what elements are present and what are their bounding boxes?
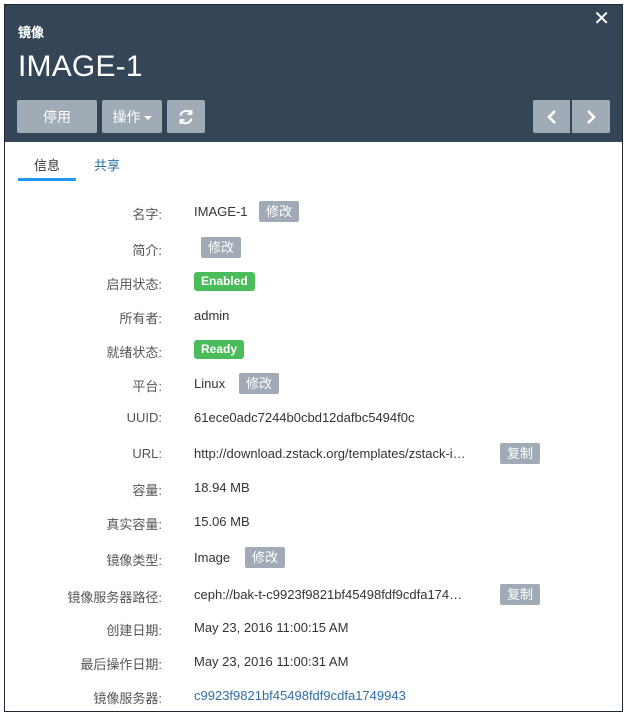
chevron-right-icon bbox=[587, 109, 596, 124]
chevron-down-icon bbox=[143, 115, 152, 120]
media-type-label: 镜像类型: bbox=[106, 553, 162, 568]
last-op-label: 最后操作日期: bbox=[80, 657, 162, 672]
detail-row-url: URL: http://download.zstack.org/template… bbox=[5, 443, 622, 467]
detail-row-backup-storage: 镜像服务器: c9923f9821bf45498fdf9cdfa1749943 bbox=[5, 685, 622, 709]
disable-button[interactable]: 停用 bbox=[17, 100, 97, 133]
detail-row-actual-size: 真实容量: 15.06 MB bbox=[5, 511, 622, 535]
detail-row-created: 创建日期: May 23, 2016 11:00:15 AM bbox=[5, 617, 622, 641]
backup-storage-link[interactable]: c9923f9821bf45498fdf9cdfa1749943 bbox=[194, 688, 406, 703]
breadcrumb: 镜像 bbox=[18, 25, 45, 40]
detail-row-size: 容量: 18.94 MB bbox=[5, 477, 622, 501]
edit-platform-button[interactable]: 修改 bbox=[239, 373, 280, 394]
detail-row-ready-state: 就绪状态: Ready bbox=[5, 339, 622, 363]
url-value: http://download.zstack.org/templates/zst… bbox=[194, 446, 466, 461]
created-value: May 23, 2016 11:00:15 AM bbox=[194, 620, 349, 635]
media-type-value: Image bbox=[194, 550, 231, 565]
enable-state-label: 启用状态: bbox=[106, 277, 162, 292]
ready-state-badge: Ready bbox=[194, 340, 245, 359]
description-label: 简介: bbox=[132, 243, 162, 258]
size-label: 容量: bbox=[132, 483, 162, 498]
tab-share[interactable]: 共享 bbox=[94, 155, 120, 174]
tab-info[interactable]: 信息 bbox=[34, 155, 60, 174]
image-detail-panel: 镜像 IMAGE-1 ✕ 停用 操作 信息 共享 名字: IMAGE-1 修改 … bbox=[4, 4, 623, 712]
backup-path-value: ceph://bak-t-c9923f9821bf45498fdf9cdfa17… bbox=[194, 587, 463, 602]
url-label: URL: bbox=[132, 446, 162, 461]
detail-row-backup-path: 镜像服务器路径: ceph://bak-t-c9923f9821bf45498f… bbox=[5, 584, 622, 608]
chevron-left-icon bbox=[546, 109, 556, 124]
created-label: 创建日期: bbox=[106, 623, 162, 638]
edit-media-type-button[interactable]: 修改 bbox=[245, 547, 286, 568]
previous-button[interactable] bbox=[533, 100, 570, 133]
uuid-label: UUID: bbox=[126, 410, 162, 425]
backup-storage-label: 镜像服务器: bbox=[93, 691, 162, 706]
platform-label: 平台: bbox=[132, 379, 162, 394]
backup-path-label: 镜像服务器路径: bbox=[67, 590, 162, 605]
owner-value: admin bbox=[194, 308, 230, 323]
ready-state-label: 就绪状态: bbox=[106, 345, 162, 360]
last-op-value: May 23, 2016 11:00:31 AM bbox=[194, 654, 349, 669]
detail-row-owner: 所有者: admin bbox=[5, 305, 622, 329]
edit-name-button[interactable]: 修改 bbox=[259, 201, 300, 222]
next-button[interactable] bbox=[572, 100, 610, 133]
edit-description-button[interactable]: 修改 bbox=[201, 237, 242, 258]
size-value: 18.94 MB bbox=[194, 480, 250, 495]
refresh-icon bbox=[179, 109, 193, 124]
detail-row-media-type: 镜像类型: Image 修改 bbox=[5, 547, 622, 571]
operations-label: 操作 bbox=[112, 108, 141, 125]
actual-size-label: 真实容量: bbox=[106, 517, 162, 532]
actual-size-value: 15.06 MB bbox=[194, 514, 250, 529]
copy-url-button[interactable]: 复制 bbox=[500, 443, 541, 464]
panel-header: 镜像 IMAGE-1 ✕ 停用 操作 bbox=[5, 5, 622, 142]
detail-row-enable-state: 启用状态: Enabled bbox=[5, 271, 622, 295]
platform-value: Linux bbox=[194, 376, 226, 391]
detail-row-name: 名字: IMAGE-1 修改 bbox=[5, 201, 622, 225]
detail-row-last-op: 最后操作日期: May 23, 2016 11:00:31 AM bbox=[5, 651, 622, 675]
refresh-button[interactable] bbox=[167, 100, 205, 133]
enable-state-badge: Enabled bbox=[194, 272, 255, 291]
detail-row-description: 简介: 修改 bbox=[5, 237, 622, 261]
detail-row-uuid: UUID: 61ece0adc7244b0cbd12dafbc5494f0c bbox=[5, 407, 622, 431]
name-value: IMAGE-1 bbox=[194, 204, 248, 219]
operations-dropdown-button[interactable]: 操作 bbox=[102, 100, 162, 133]
name-label: 名字: bbox=[132, 207, 162, 222]
page-title: IMAGE-1 bbox=[18, 50, 143, 83]
uuid-value: 61ece0adc7244b0cbd12dafbc5494f0c bbox=[194, 410, 415, 425]
owner-label: 所有者: bbox=[119, 311, 162, 326]
copy-backup-path-button[interactable]: 复制 bbox=[500, 584, 541, 605]
active-tab-indicator bbox=[18, 178, 76, 181]
detail-row-platform: 平台: Linux 修改 bbox=[5, 373, 622, 397]
tab-bar: 信息 共享 bbox=[5, 142, 622, 184]
close-icon[interactable]: ✕ bbox=[593, 9, 610, 29]
